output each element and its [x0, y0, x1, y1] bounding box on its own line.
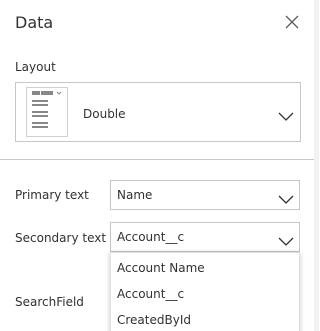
dropdown-option-label: Account__c [117, 287, 185, 301]
layout-selected-value: Double [83, 107, 126, 121]
dropdown-option[interactable]: Account Name [111, 255, 299, 281]
searchfield-label: SearchField [15, 295, 84, 309]
dropdown-option-label: CreatedById [117, 313, 191, 327]
dropdown-option-label: Account Name [117, 261, 205, 275]
panel-title: Data [15, 13, 54, 32]
primary-text-value: Name [117, 188, 153, 202]
section-divider [0, 159, 319, 160]
chevron-down-icon [278, 107, 294, 126]
primary-text-dropdown[interactable]: Name [110, 180, 300, 210]
close-icon [285, 15, 299, 29]
layout-selector[interactable]: Double [15, 82, 301, 142]
secondary-text-label: Secondary text [15, 231, 107, 245]
chevron-down-icon [278, 232, 294, 251]
panel-scrollbar[interactable] [314, 0, 319, 331]
layout-double-thumbnail-icon [26, 87, 68, 137]
secondary-text-value: Account__c [117, 230, 185, 244]
data-panel: Data Layout Double Primary text Name Sec… [0, 0, 319, 331]
chevron-down-icon [278, 190, 294, 209]
layout-label: Layout [15, 60, 56, 74]
dropdown-option[interactable]: CreatedById [111, 307, 299, 331]
secondary-text-options: Account Name Account__c CreatedById [110, 252, 300, 331]
close-button[interactable] [284, 14, 300, 30]
primary-text-label: Primary text [15, 188, 89, 202]
secondary-text-dropdown[interactable]: Account__c [110, 222, 300, 252]
dropdown-option[interactable]: Account__c [111, 281, 299, 307]
